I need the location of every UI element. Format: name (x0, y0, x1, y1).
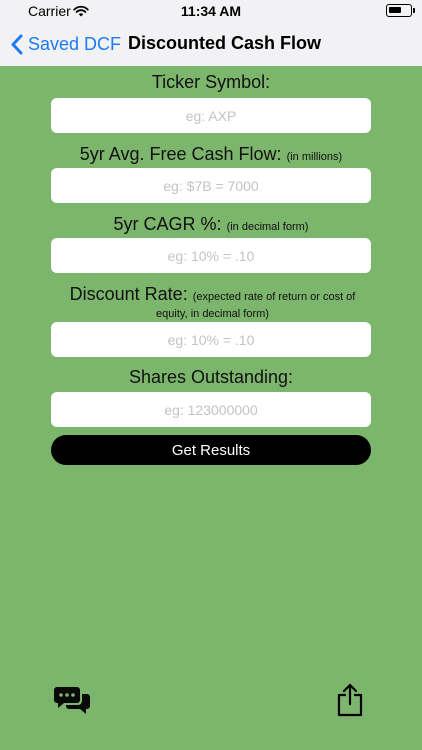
navigation-bar: Saved DCF Discounted Cash Flow (0, 22, 422, 66)
discount-label-text: Discount Rate: (69, 284, 188, 304)
discount-input[interactable] (51, 322, 371, 357)
battery-icon (386, 4, 415, 17)
chat-bubbles-icon[interactable] (54, 686, 90, 719)
back-button-label: Saved DCF (28, 33, 122, 54)
fcf-label: 5yr Avg. Free Cash Flow: (in millions) (0, 144, 422, 165)
fcf-label-text: 5yr Avg. Free Cash Flow: (79, 144, 282, 164)
cagr-input[interactable] (51, 238, 371, 273)
cagr-hint: (in decimal form) (226, 221, 309, 233)
cagr-label-text: 5yr CAGR %: (113, 214, 222, 234)
clock-time: 11:34 AM (180, 3, 242, 19)
page-title: Discounted Cash Flow (128, 33, 322, 53)
chevron-left-icon (11, 34, 23, 54)
ticker-label-text: Ticker Symbol: (151, 72, 271, 92)
shares-label: Shares Outstanding: (0, 367, 422, 388)
fcf-hint: (in millions) (286, 151, 343, 163)
fcf-input[interactable] (51, 168, 371, 203)
discount-label: Discount Rate: (expected rate of return … (55, 284, 370, 321)
shares-label-text: Shares Outstanding: (128, 367, 294, 387)
ticker-label: Ticker Symbol: (0, 72, 422, 93)
cagr-label: 5yr CAGR %: (in decimal form) (0, 214, 422, 235)
ticker-input[interactable] (51, 98, 371, 133)
shares-input[interactable] (51, 392, 371, 427)
back-button[interactable]: Saved DCF (10, 32, 121, 56)
share-icon[interactable] (337, 683, 363, 722)
status-bar: Carrier 11:34 AM (0, 0, 422, 22)
get-results-button[interactable]: Get Results (51, 435, 371, 465)
